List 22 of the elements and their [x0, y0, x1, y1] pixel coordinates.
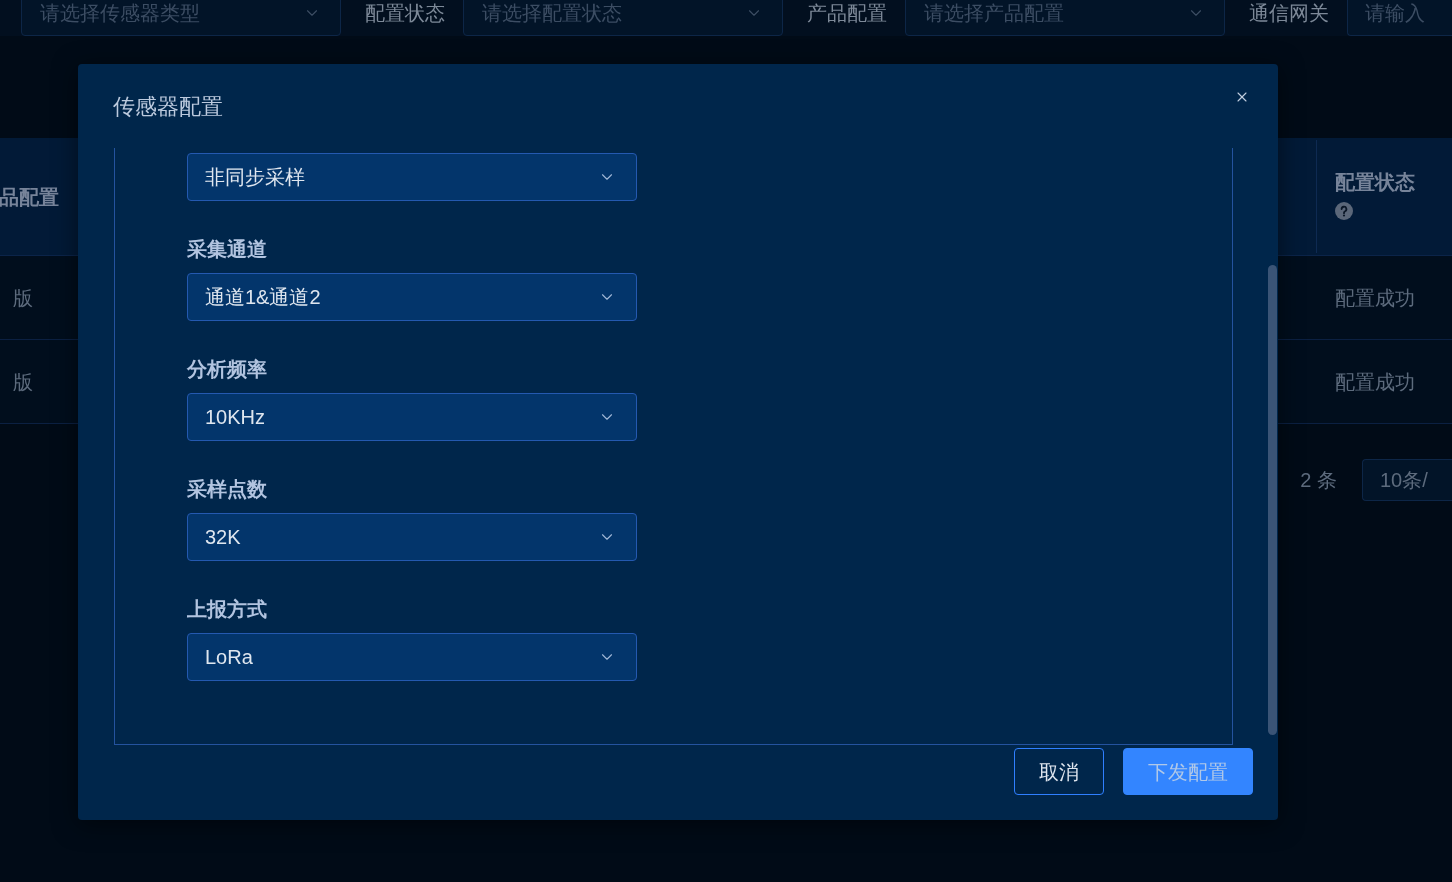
field-label: 采集通道 [187, 237, 267, 261]
scrollbar-thumb[interactable] [1268, 265, 1277, 735]
total-count: 2 条 [1300, 468, 1337, 493]
filter-label: 产品配置 [807, 1, 887, 26]
dropdown-field[interactable]: LoRa [187, 633, 637, 681]
table-cell: 版 [13, 370, 33, 393]
field-label: 采样点数 [187, 477, 267, 501]
table-cell: 配置成功 [1335, 370, 1415, 393]
field-label: 分析频率 [187, 357, 267, 381]
filter-label: 通信网关 [1249, 1, 1329, 26]
column-header: 品配置 [0, 184, 59, 210]
column-header: 配置状态 [1335, 170, 1416, 194]
dropdown-field[interactable]: 通道1&通道2 [187, 273, 637, 321]
cancel-button[interactable]: 取消 [1014, 748, 1104, 795]
field-label: 上报方式 [187, 597, 267, 621]
table-cell: 版 [13, 286, 33, 309]
dropdown-field[interactable]: 非同步采样 [187, 153, 637, 201]
filter-label: 配置状态 [365, 1, 445, 26]
table-cell: 配置成功 [1335, 286, 1415, 309]
dialog-title: 传感器配置 [113, 94, 223, 119]
dropdown-field[interactable]: 32K [187, 513, 637, 561]
dropdown-field[interactable]: 10KHz [187, 393, 637, 441]
